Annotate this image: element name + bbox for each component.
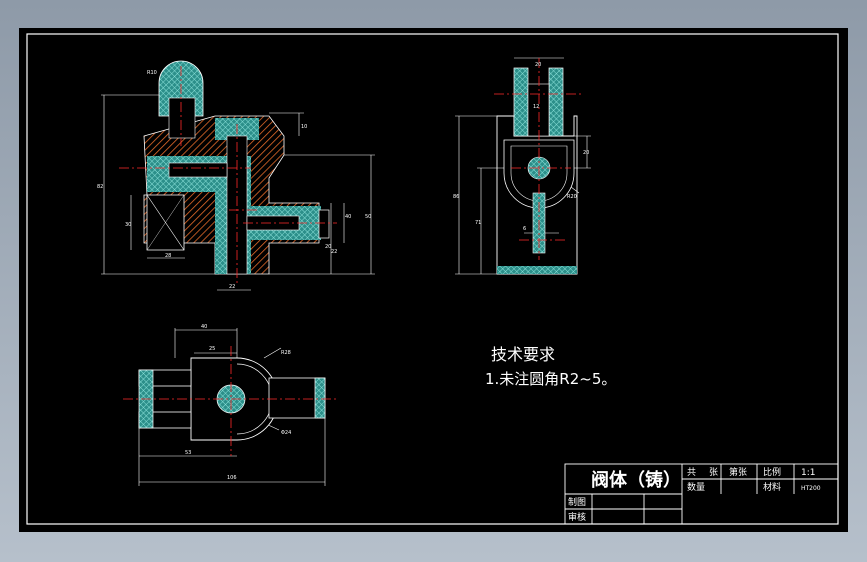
- dim-10: 10: [301, 124, 307, 130]
- dim-side-6: 6: [523, 226, 526, 232]
- dim-82: 82: [97, 184, 103, 190]
- dim-28: 28: [165, 253, 171, 259]
- dim-side-71: 71: [475, 220, 481, 226]
- cad-drawing: R10 82 50 10 40 22 30 28 20 22 20 12 R20…: [26, 33, 839, 525]
- dim-side-20: 20: [535, 62, 541, 68]
- tb-sheet-no: 第张: [729, 466, 747, 478]
- dim-r10: R10: [147, 70, 157, 76]
- side-view: 20 12 R20 86 71 6 20: [453, 57, 591, 275]
- part-name: 阀体（铸）: [591, 469, 681, 491]
- dim-side-12: 12: [533, 104, 539, 110]
- tb-material-label: 材料: [763, 481, 781, 493]
- tb-sheets: 张: [709, 467, 718, 478]
- title-block: 阀体（铸） 共 张 第张 数量 比例 1:1 材料 HT200 制图 审核: [564, 463, 839, 525]
- tb-quantity: 数量: [687, 481, 705, 493]
- dim-22: 22: [229, 284, 235, 290]
- dim-side-86: 86: [453, 194, 459, 200]
- dim-top-40: 40: [201, 324, 207, 330]
- tb-scale-value: 1:1: [801, 468, 815, 478]
- dim-top-bore: Φ24: [281, 430, 291, 436]
- tb-drawn: 制图: [568, 496, 586, 508]
- tb-material-value: HT200: [801, 485, 821, 492]
- dim-top-r28: R28: [281, 350, 291, 356]
- dim-50: 50: [365, 214, 371, 220]
- tb-checked: 审核: [568, 511, 586, 523]
- notes-line-1: 1.未注圆角R2~5。: [485, 370, 616, 388]
- front-view: R10 82 50 10 40 22 30 28 20 22: [97, 60, 375, 291]
- dim-side-r20: R20: [567, 194, 577, 200]
- dim-top-53: 53: [185, 450, 191, 456]
- dim-30: 30: [125, 222, 131, 228]
- notes-title: 技术要求: [491, 345, 555, 364]
- inner-frame: [26, 33, 839, 525]
- dim-22b: 22: [331, 249, 337, 255]
- dim-top-25: 25: [209, 346, 215, 352]
- dim-side-right: 20: [583, 150, 589, 156]
- tb-total: 共: [687, 467, 696, 478]
- top-view: 40 25 R28 Φ24 53 106: [123, 324, 337, 486]
- drawing-sheet: R10 82 50 10 40 22 30 28 20 22 20 12 R20…: [19, 28, 848, 532]
- tb-scale-label: 比例: [763, 466, 781, 478]
- dim-top-106: 106: [227, 475, 237, 481]
- dim-40: 40: [345, 214, 351, 220]
